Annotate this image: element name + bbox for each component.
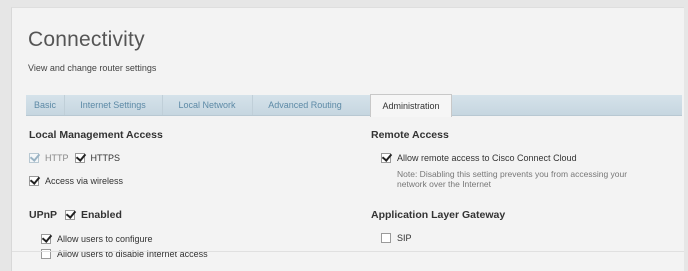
https-checkbox[interactable] bbox=[74, 153, 85, 163]
https-label: HTTPS bbox=[90, 153, 121, 163]
remote-access-note-line1: Note: Disabling this setting prevents yo… bbox=[397, 169, 628, 179]
tab-internet-settings[interactable]: Internet Settings bbox=[64, 95, 163, 115]
allow-users-configure-option[interactable]: Allow users to configure bbox=[41, 234, 153, 244]
page-subtitle: View and change router settings bbox=[28, 63, 157, 73]
remote-access-note: Note: Disabling this setting prevents yo… bbox=[397, 169, 627, 189]
allow-users-configure-checkbox[interactable] bbox=[41, 234, 51, 244]
upnp-heading: UPnP bbox=[29, 209, 58, 221]
remote-access-heading: Remote Access bbox=[371, 129, 449, 141]
http-option: HTTP bbox=[29, 153, 69, 163]
settings-panel: Connectivity View and change router sett… bbox=[11, 7, 684, 271]
upnp-enabled-label: Enabled bbox=[81, 209, 122, 221]
tab-advanced-routing[interactable]: Advanced Routing bbox=[252, 95, 358, 115]
tab-basic[interactable]: Basic bbox=[26, 95, 65, 115]
remote-access-option[interactable]: Allow remote access to Cisco Connect Clo… bbox=[381, 153, 577, 163]
http-label: HTTP bbox=[45, 153, 69, 163]
upnp-enabled-checkbox[interactable] bbox=[65, 210, 76, 220]
sip-label: SIP bbox=[397, 233, 412, 243]
allow-users-configure-label: Allow users to configure bbox=[57, 234, 153, 244]
remote-access-label: Allow remote access to Cisco Connect Clo… bbox=[397, 153, 577, 163]
tab-administration[interactable]: Administration bbox=[370, 94, 452, 117]
local-management-heading: Local Management Access bbox=[29, 129, 163, 141]
access-via-wireless-checkbox[interactable] bbox=[29, 176, 39, 186]
http-checkbox bbox=[29, 153, 39, 163]
remote-access-checkbox[interactable] bbox=[381, 153, 391, 163]
remote-access-note-line2: network over the Internet bbox=[397, 179, 492, 189]
footer-divider bbox=[12, 251, 684, 252]
alg-heading: Application Layer Gateway bbox=[371, 209, 506, 221]
tab-bar: Basic Internet Settings Local Network Ad… bbox=[26, 94, 682, 117]
https-option[interactable]: HTTPS bbox=[74, 153, 121, 163]
access-via-wireless-option[interactable]: Access via wireless bbox=[29, 176, 123, 186]
sip-checkbox[interactable] bbox=[381, 233, 391, 243]
tab-local-network[interactable]: Local Network bbox=[162, 95, 253, 115]
access-via-wireless-label: Access via wireless bbox=[45, 176, 124, 186]
sip-option[interactable]: SIP bbox=[381, 233, 412, 243]
page-title: Connectivity bbox=[28, 28, 145, 51]
